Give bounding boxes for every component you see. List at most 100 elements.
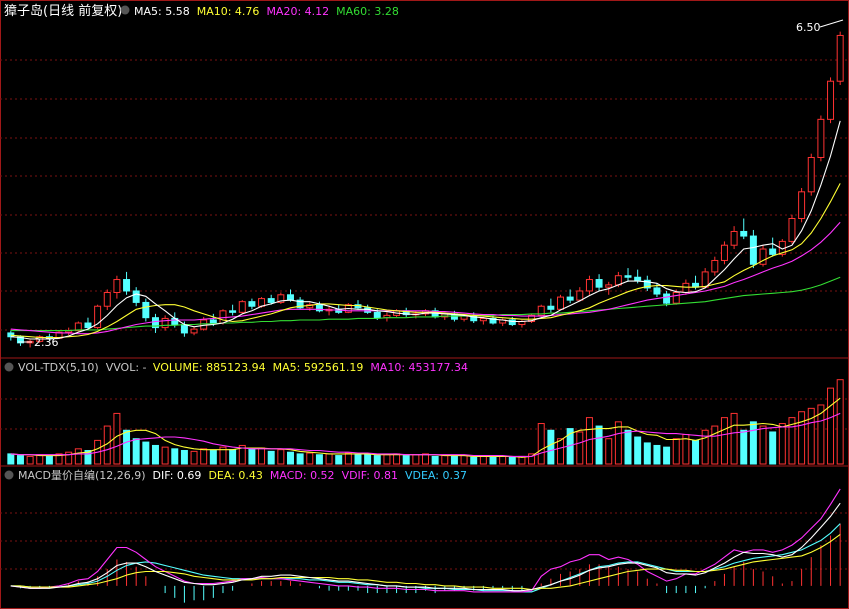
candle-61[interactable] [595,279,603,288]
price-panel-menu-icon[interactable] [120,5,130,15]
candle-68[interactable] [663,293,671,304]
volume-bar-35[interactable] [344,452,352,465]
candle-74[interactable] [720,244,728,261]
macd-panel-menu-icon[interactable] [4,470,14,480]
volume-bar-80[interactable] [778,423,786,465]
candle-25[interactable] [248,301,256,307]
volume-bar-50[interactable] [489,456,497,465]
candle-65[interactable] [634,276,642,281]
volume-bar-59[interactable] [576,431,584,465]
volume-bar-43[interactable] [422,453,429,465]
volume-bar-77[interactable] [749,421,757,465]
volume-bar-27[interactable] [267,450,275,465]
volume-bar-23[interactable] [229,449,237,465]
volume-bar-34[interactable] [335,455,343,465]
volume-bar-83[interactable] [807,407,815,465]
volume-bar-75[interactable] [730,412,738,465]
volume-bar-20[interactable] [200,448,208,465]
candle-76[interactable] [740,230,748,237]
volume-bar-11[interactable] [113,412,121,465]
volume-bar-56[interactable] [547,429,555,465]
volume-bar-16[interactable] [161,446,169,465]
volume-bar-86[interactable] [836,379,844,465]
candle-67[interactable] [653,287,661,295]
candle-56[interactable] [547,305,555,310]
volume-bar-15[interactable] [151,444,159,465]
volume-bar-29[interactable] [286,451,294,465]
macd-panel[interactable] [10,488,841,603]
volume-panel-menu-icon[interactable] [4,362,14,372]
volume-bar-48[interactable] [470,456,478,465]
candle-77[interactable] [749,235,757,265]
volume-bar-65[interactable] [634,436,642,465]
candle-10[interactable] [103,292,111,307]
volume-bar-78[interactable] [759,425,767,465]
volume-bar-67[interactable] [653,444,661,465]
volume-bar-49[interactable] [479,455,487,465]
volume-bar-42[interactable] [412,454,420,465]
candle-79[interactable] [769,248,777,255]
volume-bar-2[interactable] [26,455,34,465]
volume-bar-46[interactable] [450,455,458,465]
volume-bar-7[interactable] [74,448,82,465]
candle-60[interactable] [585,279,593,292]
volume-bar-25[interactable] [248,448,256,465]
volume-bar-52[interactable] [508,456,516,465]
candle-22[interactable] [219,310,227,324]
volume-bar-39[interactable] [383,454,391,465]
volume-bar-68[interactable] [663,446,671,465]
volume-bar-30[interactable] [296,453,304,465]
candle-29[interactable] [286,294,294,301]
candle-12[interactable] [123,279,131,292]
volume-bar-12[interactable] [123,429,131,465]
volume-bar-0[interactable] [7,453,15,465]
volume-bar-71[interactable] [692,439,700,465]
volume-bar-41[interactable] [402,455,410,465]
volume-bar-61[interactable] [595,425,603,465]
volume-bar-82[interactable] [798,411,806,465]
candle-57[interactable] [557,296,565,310]
price-panel[interactable] [7,31,844,348]
candle-13[interactable] [132,290,140,303]
candle-26[interactable] [258,298,266,307]
candle-19[interactable] [190,328,198,334]
candle-64[interactable] [624,275,632,278]
volume-bar-4[interactable] [45,455,53,465]
volume-bar-64[interactable] [624,429,632,465]
volume-bar-57[interactable] [557,438,565,465]
volume-bar-21[interactable] [209,450,217,465]
candle-85[interactable] [827,80,835,120]
volume-bar-1[interactable] [16,455,24,465]
candle-11[interactable] [113,279,121,294]
volume-bar-32[interactable] [315,454,323,465]
candle-59[interactable] [576,290,584,301]
candle-81[interactable] [788,218,796,242]
candle-83[interactable] [807,156,815,193]
candle-62[interactable] [605,284,613,288]
volume-bar-51[interactable] [499,455,507,465]
volume-bar-33[interactable] [325,453,333,465]
candle-82[interactable] [798,191,806,220]
volume-bar-47[interactable] [460,455,468,465]
volume-bar-17[interactable] [171,448,179,465]
candle-70[interactable] [682,282,690,294]
candle-21[interactable] [209,319,217,324]
chart-canvas[interactable]: 獐子岛(日线 前复权) MA5: 5.58 MA10: 4.76 MA20: 4.1… [0,0,849,609]
volume-bar-26[interactable] [258,447,266,465]
volume-bar-66[interactable] [643,442,651,465]
volume-bar-76[interactable] [740,429,748,465]
volume-bar-28[interactable] [277,449,285,465]
volume-bar-40[interactable] [393,453,401,465]
candle-18[interactable] [180,324,188,334]
volume-bar-69[interactable] [672,438,680,465]
candle-38[interactable] [373,311,381,319]
volume-bar-73[interactable] [711,425,719,465]
volume-bar-13[interactable] [132,438,140,465]
volume-bar-79[interactable] [769,431,777,465]
volume-bar-44[interactable] [431,455,439,465]
volume-bar-19[interactable] [190,450,198,465]
candle-24[interactable] [238,301,246,313]
candle-84[interactable] [817,118,825,158]
volume-bar-14[interactable] [142,441,150,465]
candle-49[interactable] [479,317,487,322]
